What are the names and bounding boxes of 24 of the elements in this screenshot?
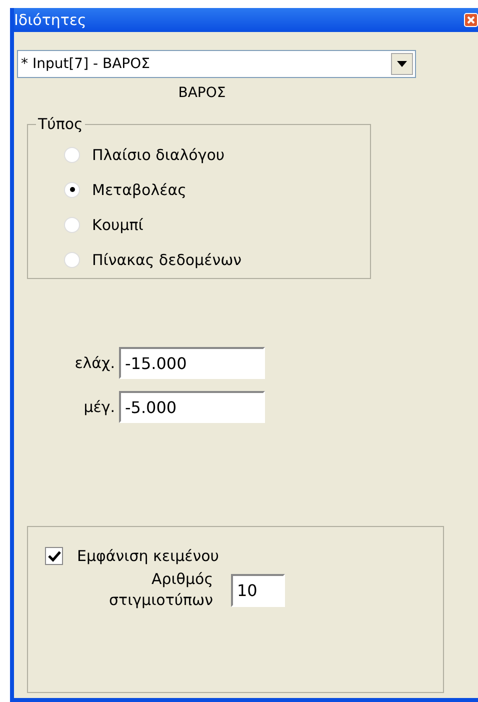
radio-label: Πλαίσιο διαλόγου xyxy=(92,146,225,164)
field-label: μέγ. xyxy=(82,398,115,416)
window-title: Ιδιότητες xyxy=(14,11,86,29)
field-label: ελάχ. xyxy=(74,354,115,372)
object-caption: ΒΑΡΟΣ xyxy=(178,85,226,101)
checkbox[interactable] xyxy=(45,547,63,565)
radio-label: Μεταβολέας xyxy=(92,180,186,198)
radio-button[interactable] xyxy=(64,146,80,162)
input-field[interactable]: 10 xyxy=(231,574,285,606)
field-label: στιγμιοτύπων xyxy=(109,590,213,611)
object-dropdown[interactable]: * Input[7] - ΒΑΡΟΣ xyxy=(17,50,416,78)
input-field[interactable]: -5.000 xyxy=(119,391,265,423)
dropdown-button[interactable] xyxy=(391,53,413,75)
close-icon[interactable] xyxy=(464,13,478,27)
radio-label: Κουμπί xyxy=(92,216,144,234)
caret-icon xyxy=(397,61,407,67)
group-title: Τύπος xyxy=(37,115,84,133)
checkbox-label: Εμφάνιση κειμένου xyxy=(77,547,219,565)
input-field[interactable]: -15.000 xyxy=(119,347,265,379)
radio-label: Πίνακας δεδομένων xyxy=(92,250,242,268)
field-label: Αριθμός xyxy=(151,569,213,590)
radio-button[interactable] xyxy=(64,182,80,198)
radio-button[interactable] xyxy=(64,216,80,232)
radio-button[interactable] xyxy=(64,252,80,268)
